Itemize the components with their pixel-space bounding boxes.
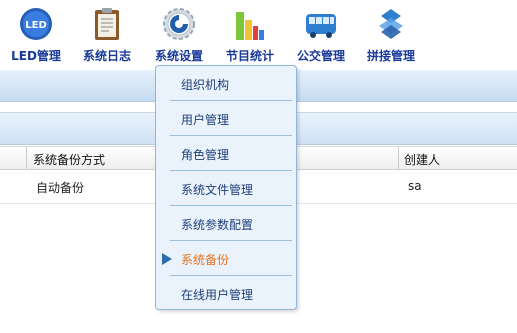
bus-icon	[306, 14, 336, 38]
menu-item-role-management[interactable]: 角色管理	[156, 136, 296, 170]
bar-chart-icon	[236, 12, 264, 40]
system-settings-dropdown: 组织机构 用户管理 角色管理 系统文件管理 系统参数配置 系统备份 在线用户管理	[155, 65, 297, 310]
menu-item-organization[interactable]: 组织机构	[156, 66, 296, 100]
menu-item-label: 角色管理	[181, 148, 230, 162]
toolbar-label: 系统日志	[82, 49, 131, 63]
menu-item-system-parameters[interactable]: 系统参数配置	[156, 206, 296, 240]
toolbar-label: 系统设置	[154, 49, 203, 63]
menu-item-system-backup[interactable]: 系统备份	[156, 241, 296, 275]
top-toolbar: LED LED管理 系统日志 系统设置 节目统计 公交管理 拼接管理	[0, 0, 517, 70]
column-divider[interactable]	[398, 147, 399, 169]
toolbar-item-splice-management[interactable]: 拼接管理	[358, 4, 424, 66]
menu-item-label: 系统参数配置	[181, 218, 254, 232]
menu-item-label: 系统文件管理	[181, 183, 254, 197]
menu-item-online-users[interactable]: 在线用户管理	[156, 276, 296, 310]
cell-creator: sa	[408, 179, 422, 193]
menu-item-system-file-management[interactable]: 系统文件管理	[156, 171, 296, 205]
toolbar-item-bus-management[interactable]: 公交管理	[288, 4, 354, 66]
menu-item-label: 用户管理	[181, 113, 230, 127]
toolbar-label: LED管理	[11, 49, 61, 63]
toolbar-item-led[interactable]: LED LED管理	[3, 4, 69, 66]
gear-icon	[163, 8, 195, 40]
column-divider[interactable]	[26, 147, 27, 169]
led-icon: LED	[20, 8, 52, 40]
menu-item-user-management[interactable]: 用户管理	[156, 101, 296, 135]
toolbar-item-system-log[interactable]: 系统日志	[74, 4, 140, 66]
menu-item-label: 系统备份	[181, 253, 230, 267]
toolbar-label: 公交管理	[296, 49, 345, 63]
toolbar-label: 节目统计	[225, 49, 274, 63]
cell-backup-method: 自动备份	[36, 181, 85, 195]
menu-item-label: 在线用户管理	[181, 288, 254, 302]
toolbar-label: 拼接管理	[366, 49, 415, 63]
triangle-right-icon	[162, 253, 172, 265]
svg-text:LED: LED	[25, 20, 47, 31]
clipboard-icon	[95, 8, 119, 40]
menu-item-label: 组织机构	[181, 78, 230, 92]
column-header-backup-method[interactable]: 系统备份方式	[33, 151, 105, 168]
column-header-creator[interactable]: 创建人	[404, 151, 440, 168]
splice-icon	[379, 9, 403, 39]
toolbar-item-system-settings[interactable]: 系统设置	[146, 4, 212, 66]
toolbar-item-program-stats[interactable]: 节目统计	[217, 4, 283, 66]
